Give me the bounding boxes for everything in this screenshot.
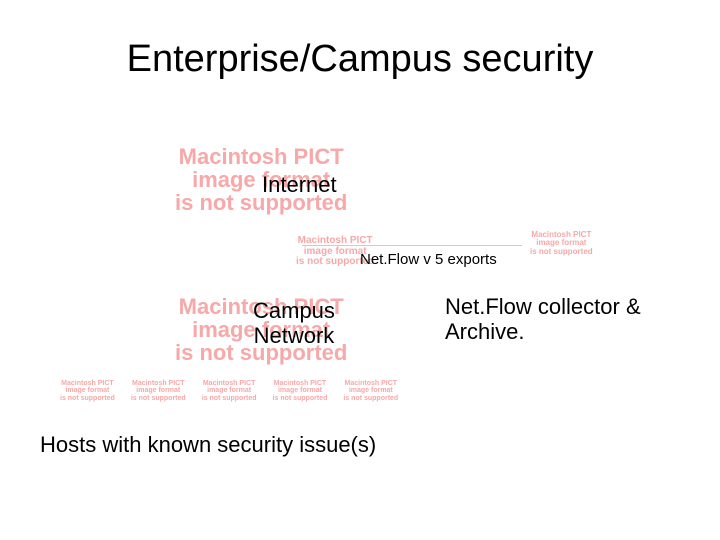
pict-row: Macintosh PICT image format is not suppo… (60, 380, 398, 402)
label-line: Campus (253, 298, 335, 323)
pict-placeholder-icon: Macintosh PICT image format is not suppo… (202, 380, 257, 402)
pict-line: is not supported (273, 395, 328, 402)
label-hosts: Hosts with known security issue(s) (40, 432, 376, 458)
pict-placeholder-icon: Macintosh PICT image format is not suppo… (343, 380, 398, 402)
pict-line: Macintosh PICT (274, 380, 327, 387)
pict-line: is not supported (530, 247, 593, 256)
pict-line: is not supported (343, 395, 398, 402)
label-campus-network: Campus Network (253, 298, 335, 349)
pict-line: image format (207, 387, 251, 394)
pict-placeholder-icon: Macintosh PICT image format is not suppo… (131, 380, 186, 402)
pict-line: image format (136, 387, 180, 394)
label-line: Archive. (445, 319, 524, 344)
pict-line: is not supported (131, 395, 186, 402)
pict-line: Macintosh PICT (179, 144, 344, 169)
label-netflow-collector: Net.Flow collector & Archive. (445, 294, 641, 345)
label-line: Net.Flow collector & (445, 294, 641, 319)
pict-line: is not supported (202, 395, 257, 402)
label-internet: Internet (262, 172, 337, 198)
pict-line: Macintosh PICT (345, 380, 398, 387)
pict-placeholder-icon: Macintosh PICT image format is not suppo… (273, 380, 328, 402)
pict-line: image format (304, 246, 367, 257)
pict-line: image format (349, 387, 393, 394)
pict-line: Macintosh PICT (61, 380, 114, 387)
label-line: Network (254, 323, 335, 348)
slide-title: Enterprise/Campus security (0, 38, 720, 81)
pict-placeholder-icon: Macintosh PICT image format is not suppo… (530, 231, 593, 256)
pict-line: Macintosh PICT (203, 380, 256, 387)
pict-line: is not supported (60, 395, 115, 402)
label-netflow-exports: Net.Flow v 5 exports (360, 251, 497, 268)
pict-line: image format (278, 387, 322, 394)
pict-placeholder-icon: Macintosh PICT image format is not suppo… (60, 380, 115, 402)
pict-line: Macintosh PICT (132, 380, 185, 387)
pict-line: Macintosh PICT (298, 235, 373, 246)
pict-line: image format (65, 387, 109, 394)
slide: Enterprise/Campus security Macintosh PIC… (0, 0, 720, 540)
